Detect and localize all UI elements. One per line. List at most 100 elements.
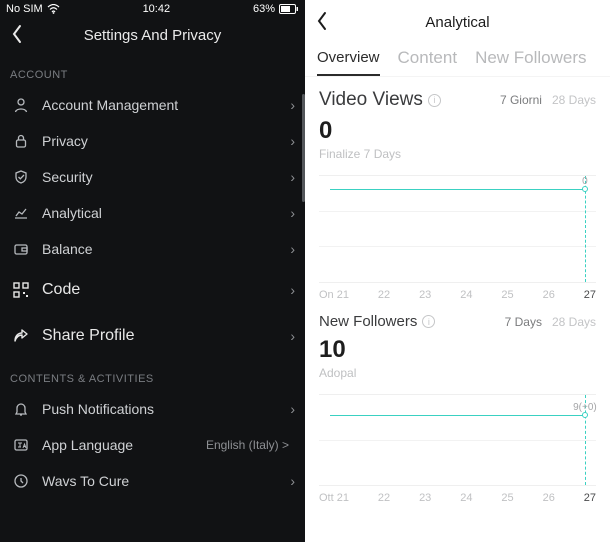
x-tick: 25	[501, 289, 513, 301]
x-tick: 24	[460, 289, 472, 301]
menu-app-language[interactable]: App Language English (Italy) >	[0, 427, 305, 463]
x-tick: 22	[378, 492, 390, 504]
language-value: English (Italy) >	[206, 438, 289, 452]
range-7d[interactable]: 7 Giorni	[500, 93, 542, 107]
chevron-right-icon: ›	[290, 169, 295, 185]
chart-icon	[10, 205, 32, 221]
tabs: Overview Content New Followers	[305, 44, 610, 77]
video-views-sub: Finalize 7 Days	[319, 147, 596, 161]
language-icon	[10, 437, 32, 453]
menu-balance[interactable]: Balance ›	[0, 231, 305, 267]
menu-push-notifications[interactable]: Push Notifications ›	[0, 391, 305, 427]
qr-icon	[10, 281, 32, 299]
x-tick: 26	[543, 492, 555, 504]
analytics-panel: Analytical Overview Content New Follower…	[305, 0, 610, 542]
menu-label: Code	[42, 281, 290, 299]
menu-label: App Language	[42, 437, 206, 453]
user-icon	[10, 97, 32, 113]
back-icon[interactable]	[315, 10, 329, 32]
block-title: Video Views i	[319, 89, 441, 111]
range-toggle: 7 Giorni 28 Days	[500, 93, 596, 107]
battery-icon	[279, 4, 299, 14]
new-followers-sub: Adopal	[319, 366, 596, 380]
chevron-right-icon: ›	[290, 205, 295, 221]
menu-label: Security	[42, 169, 290, 185]
menu-privacy[interactable]: Privacy ›	[0, 123, 305, 159]
lock-icon	[10, 133, 32, 149]
page-title: Analytical	[425, 14, 489, 31]
new-followers-block: New Followers i 7 Days 28 Days 10 Adopal	[305, 301, 610, 384]
x-tick: On 21	[319, 289, 349, 301]
chart-data-label: 0	[582, 176, 588, 187]
video-views-chart: 0	[319, 175, 596, 283]
analytics-header: Analytical	[305, 0, 610, 44]
history-icon	[10, 473, 32, 489]
range-28d[interactable]: 28 Days	[552, 93, 596, 107]
carrier-label: No SIM	[6, 3, 43, 15]
menu-label: Push Notifications	[42, 401, 290, 417]
content-menu: Push Notifications › App Language Englis…	[0, 391, 305, 499]
x-tick: 26	[543, 289, 555, 301]
section-label-account: ACCOUNT	[0, 55, 305, 87]
range-toggle: 7 Days 28 Days	[505, 315, 596, 329]
tab-overview[interactable]: Overview	[317, 45, 380, 76]
x-tick: 27	[584, 289, 596, 301]
settings-panel: No SIM 10:42 63% Settings And Privacy AC…	[0, 0, 305, 542]
menu-label: Privacy	[42, 133, 290, 149]
menu-share-profile[interactable]: Share Profile ›	[0, 313, 305, 359]
chevron-right-icon: ›	[290, 97, 295, 113]
chevron-right-icon: ›	[290, 282, 295, 298]
share-icon	[10, 327, 32, 345]
menu-label: Wavs To Cure	[42, 473, 290, 489]
x-tick: 22	[378, 289, 390, 301]
menu-security[interactable]: Security ›	[0, 159, 305, 195]
tab-new-followers[interactable]: New Followers	[475, 44, 586, 76]
menu-label: Share Profile	[42, 327, 290, 345]
range-28d[interactable]: 28 Days	[552, 315, 596, 329]
menu-label: Balance	[42, 241, 290, 257]
x-tick: 23	[419, 492, 431, 504]
status-bar: No SIM 10:42 63%	[0, 0, 305, 15]
menu-account-management[interactable]: Account Management ›	[0, 87, 305, 123]
info-icon[interactable]: i	[422, 315, 435, 328]
chevron-right-icon: ›	[290, 401, 295, 417]
tab-content[interactable]: Content	[398, 44, 458, 76]
block-title: New Followers i	[319, 313, 435, 330]
menu-ways[interactable]: Wavs To Cure ›	[0, 463, 305, 499]
x-tick: 23	[419, 289, 431, 301]
settings-header: Settings And Privacy	[0, 15, 305, 55]
bell-icon	[10, 401, 32, 417]
x-tick: 24	[460, 492, 472, 504]
x-tick: 25	[501, 492, 513, 504]
chevron-right-icon: ›	[290, 473, 295, 489]
x-tick: 27	[584, 492, 596, 504]
video-views-value: 0	[319, 117, 596, 145]
chevron-right-icon: ›	[290, 241, 295, 257]
video-views-xaxis: On 21 22 23 24 25 26 27	[305, 285, 610, 301]
new-followers-xaxis: Ott 21 22 23 24 25 26 27	[305, 488, 610, 504]
wifi-icon	[47, 4, 60, 14]
chart-data-label: 9(+0)	[573, 402, 597, 413]
block-title-text: New Followers	[319, 313, 417, 330]
new-followers-value: 10	[319, 336, 596, 364]
section-label-content: CONTENTS & ACTIVITIES	[0, 359, 305, 391]
info-icon[interactable]: i	[428, 94, 441, 107]
menu-label: Account Management	[42, 97, 290, 113]
video-views-block: Video Views i 7 Giorni 28 Days 0 Finaliz…	[305, 77, 610, 165]
new-followers-chart: 9(+0)	[319, 394, 596, 486]
range-7d[interactable]: 7 Days	[505, 315, 542, 329]
chevron-right-icon: ›	[290, 328, 295, 344]
block-title-text: Video Views	[319, 89, 423, 111]
back-icon[interactable]	[10, 23, 24, 45]
chevron-right-icon: ›	[290, 133, 295, 149]
x-tick: Ott 21	[319, 492, 349, 504]
menu-analytical[interactable]: Analytical ›	[0, 195, 305, 231]
menu-label: Analytical	[42, 205, 290, 221]
battery-pct: 63%	[253, 3, 275, 15]
wallet-icon	[10, 241, 32, 257]
account-menu: Account Management › Privacy › Security …	[0, 87, 305, 359]
menu-code[interactable]: Code ›	[0, 267, 305, 313]
clock: 10:42	[143, 3, 171, 15]
page-title: Settings And Privacy	[84, 27, 222, 44]
shield-icon	[10, 169, 32, 185]
